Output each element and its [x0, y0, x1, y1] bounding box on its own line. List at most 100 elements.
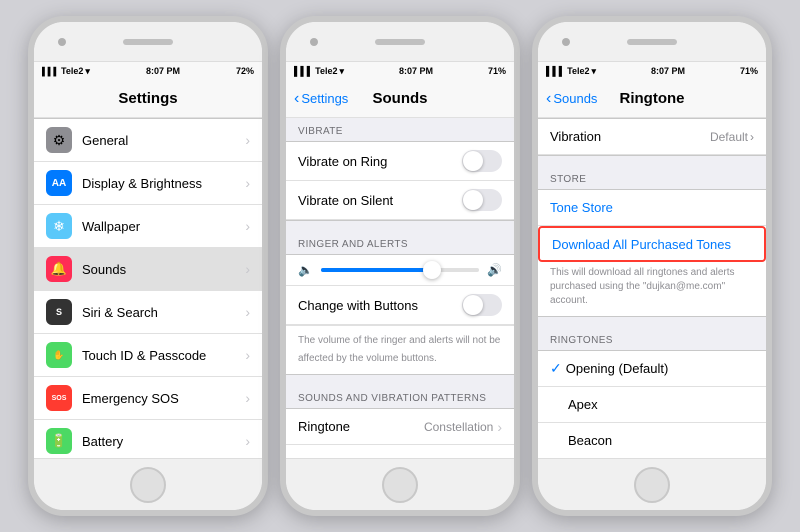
- icon-touchid: ✋: [46, 342, 72, 368]
- signal-1: ▌▌▌: [42, 67, 59, 76]
- label-display: Display & Brightness: [82, 176, 245, 191]
- row-sounds[interactable]: 🔔 Sounds ›: [34, 248, 262, 291]
- front-camera-1: [58, 38, 66, 46]
- row-sos[interactable]: SOS Emergency SOS ›: [34, 377, 262, 420]
- icon-general: ⚙: [46, 127, 72, 153]
- wifi-2: ▾: [340, 66, 345, 77]
- toggle-thumb-1: [463, 151, 483, 171]
- volume-high-icon: 🔊: [487, 263, 502, 277]
- patterns-group: Ringtone Constellation › Text Tone Chord…: [286, 408, 514, 458]
- row-general[interactable]: ⚙ General ›: [34, 119, 262, 162]
- change-buttons-label: Change with Buttons: [298, 298, 418, 313]
- vibrate-silent-toggle[interactable]: [462, 189, 502, 211]
- battery-1: 72%: [236, 66, 254, 76]
- nav-bar-ringtone: ‹ Sounds Ringtone: [538, 80, 766, 118]
- ringtone-value: Constellation: [424, 420, 493, 434]
- back-label-2: Settings: [301, 91, 348, 106]
- ringtone-label: Ringtone: [298, 419, 424, 434]
- carrier-1: Tele2: [61, 66, 83, 76]
- texttone-row[interactable]: Text Tone Chord ›: [286, 445, 514, 458]
- home-button-1[interactable]: [130, 467, 166, 503]
- vibrate-ring-toggle[interactable]: [462, 150, 502, 172]
- chevron-display: ›: [245, 175, 250, 191]
- carrier-3: Tele2: [567, 66, 589, 76]
- phone-top-1: [34, 22, 262, 62]
- tone-store-link[interactable]: Tone Store: [538, 190, 766, 226]
- chevron-general: ›: [245, 132, 250, 148]
- row-touchid[interactable]: ✋ Touch ID & Passcode ›: [34, 334, 262, 377]
- ringer-section-label: RINGER AND ALERTS: [286, 231, 514, 254]
- ringtone-row[interactable]: Ringtone Constellation ›: [286, 409, 514, 445]
- chevron-siri: ›: [245, 304, 250, 320]
- icon-display: AA: [46, 170, 72, 196]
- icon-sos: SOS: [46, 385, 72, 411]
- ringtone-beacon: Beacon: [568, 433, 754, 448]
- vibration-chevron: ›: [750, 130, 754, 144]
- slider-thumb[interactable]: [423, 261, 441, 279]
- label-sounds: Sounds: [82, 262, 245, 277]
- toggle-thumb-3: [463, 295, 483, 315]
- check-opening: ✓: [550, 360, 562, 377]
- vibrate-silent-row[interactable]: Vibrate on Silent: [286, 181, 514, 220]
- ringtone-list: Vibration Default › STORE Tone Store Dow…: [538, 118, 766, 458]
- ringtone-item-1[interactable]: Apex: [538, 387, 766, 423]
- speaker-1: [123, 39, 173, 45]
- icon-siri: S: [46, 299, 72, 325]
- front-camera-2: [310, 38, 318, 46]
- settings-list: ⚙ General › AA Display & Brightness › ❄ …: [34, 118, 262, 458]
- spacer-4: [538, 317, 766, 327]
- vibrate-group: Vibrate on Ring Vibrate on Silent: [286, 141, 514, 221]
- home-button-2[interactable]: [382, 467, 418, 503]
- speaker-3: [627, 39, 677, 45]
- row-wallpaper[interactable]: ❄ Wallpaper ›: [34, 205, 262, 248]
- back-to-sounds[interactable]: ‹ Sounds: [546, 91, 597, 107]
- carrier-2: Tele2: [315, 66, 337, 76]
- status-bar-1: ▌▌▌ Tele2 ▾ 8:07 PM 72%: [34, 62, 262, 80]
- vibration-row[interactable]: Vibration Default ›: [538, 119, 766, 155]
- status-left-2: ▌▌▌ Tele2 ▾: [294, 66, 344, 77]
- status-left-1: ▌▌▌ Tele2 ▾: [42, 66, 90, 77]
- home-button-3[interactable]: [634, 467, 670, 503]
- ringtone-apex: Apex: [568, 397, 754, 412]
- vibration-value-container: Default ›: [710, 130, 754, 144]
- status-bar-2: ▌▌▌ Tele2 ▾ 8:07 PM 71%: [286, 62, 514, 80]
- phones-container: ▌▌▌ Tele2 ▾ 8:07 PM 72% Settings ⚙ Gener…: [18, 6, 782, 526]
- ringer-group: 🔈 🔊 Change with Buttons: [286, 254, 514, 375]
- slider-fill: [321, 268, 432, 272]
- chevron-wallpaper: ›: [245, 218, 250, 234]
- row-display[interactable]: AA Display & Brightness ›: [34, 162, 262, 205]
- change-buttons-toggle[interactable]: [462, 294, 502, 316]
- vibrate-ring-row[interactable]: Vibrate on Ring: [286, 142, 514, 181]
- vibrate-section-label: VIBRATE: [286, 118, 514, 141]
- ringtones-group: ✓ Opening (Default) Apex Beacon Bulletin…: [538, 350, 766, 458]
- phone-bottom-3: [538, 458, 766, 510]
- spacer-2: [286, 375, 514, 385]
- phone-bottom-2: [286, 458, 514, 510]
- label-general: General: [82, 133, 245, 148]
- speaker-2: [375, 39, 425, 45]
- ringtone-item-2[interactable]: Beacon: [538, 423, 766, 458]
- spacer-1: [286, 221, 514, 231]
- status-right-2: 71%: [488, 66, 506, 76]
- phone-top-3: [538, 22, 766, 62]
- store-section-label: STORE: [538, 166, 766, 189]
- back-to-settings[interactable]: ‹ Settings: [294, 91, 348, 107]
- phone-sounds: ▌▌▌ Tele2 ▾ 8:07 PM 71% ‹ Settings Sound…: [280, 16, 520, 516]
- status-right-3: 71%: [740, 66, 758, 76]
- download-row[interactable]: Download All Purchased Tones: [538, 226, 766, 262]
- time-1: 8:07 PM: [146, 66, 180, 76]
- label-battery: Battery: [82, 434, 245, 449]
- row-siri[interactable]: S Siri & Search ›: [34, 291, 262, 334]
- nav-bar-sounds: ‹ Settings Sounds: [286, 80, 514, 118]
- settings-group-1: ⚙ General › AA Display & Brightness › ❄ …: [34, 118, 262, 458]
- screen-settings: ▌▌▌ Tele2 ▾ 8:07 PM 72% Settings ⚙ Gener…: [34, 62, 262, 458]
- ringtone-item-0[interactable]: ✓ Opening (Default): [538, 351, 766, 387]
- icon-wallpaper: ❄: [46, 213, 72, 239]
- store-desc-text: This will download all ringtones and ale…: [550, 267, 735, 306]
- store-desc: This will download all ringtones and ale…: [538, 262, 766, 316]
- row-battery[interactable]: 🔋 Battery ›: [34, 420, 262, 458]
- wifi-1: ▾: [85, 66, 90, 77]
- volume-slider[interactable]: [321, 268, 479, 272]
- chevron-sounds: ›: [245, 261, 250, 277]
- change-buttons-row[interactable]: Change with Buttons: [286, 286, 514, 325]
